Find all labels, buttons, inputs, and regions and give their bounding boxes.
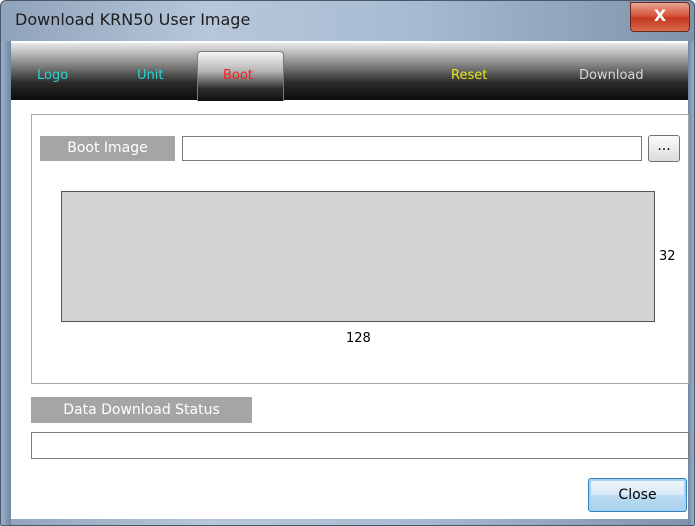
tab-unit-label: Unit bbox=[137, 68, 164, 83]
client-area: Logo Unit Boot Reset Download Boot Image… bbox=[11, 41, 689, 519]
image-height-label: 32 bbox=[659, 249, 676, 264]
tab-bar: Logo Unit Boot Reset Download bbox=[11, 43, 688, 101]
tab-download-label: Download bbox=[579, 68, 644, 83]
download-window: Download KRN50 User Image X Logo Unit Bo… bbox=[0, 0, 695, 526]
tab-boot-label: Boot bbox=[223, 68, 253, 83]
image-width-label: 128 bbox=[346, 331, 371, 346]
window-title: Download KRN50 User Image bbox=[15, 10, 251, 29]
boot-image-label: Boot Image bbox=[40, 136, 175, 161]
tab-reset-label: Reset bbox=[451, 68, 488, 83]
title-bar[interactable]: Download KRN50 User Image X bbox=[1, 1, 694, 41]
boot-image-path-field[interactable] bbox=[182, 136, 642, 161]
browse-button[interactable]: ... bbox=[648, 135, 680, 162]
tab-download[interactable]: Download bbox=[579, 68, 644, 83]
window-frame-left bbox=[1, 41, 11, 525]
tab-reset[interactable]: Reset bbox=[451, 68, 487, 83]
tab-logo-label: Logo bbox=[37, 68, 69, 83]
tab-unit[interactable]: Unit bbox=[137, 68, 163, 83]
download-status-field bbox=[31, 432, 689, 459]
tab-logo[interactable]: Logo bbox=[37, 68, 68, 83]
tab-boot[interactable]: Boot bbox=[223, 68, 253, 83]
close-button[interactable]: Close bbox=[588, 478, 687, 512]
window-close-icon[interactable]: X bbox=[630, 2, 690, 32]
download-status-label: Data Download Status bbox=[31, 397, 252, 423]
boot-image-preview bbox=[61, 191, 655, 322]
